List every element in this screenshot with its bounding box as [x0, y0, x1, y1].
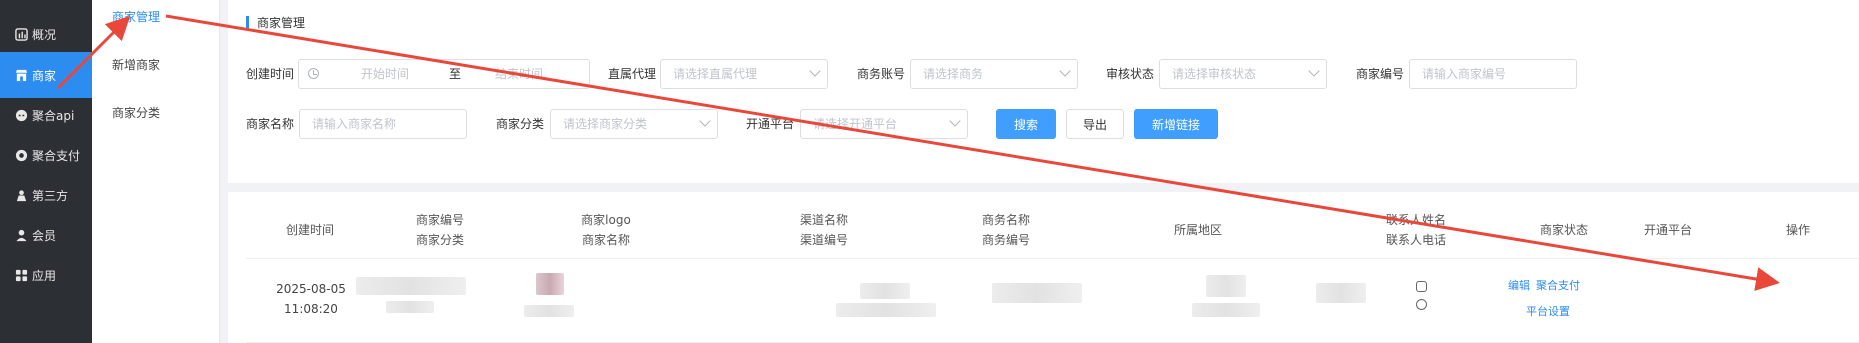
user-icon — [14, 228, 28, 242]
sidebar-item-label: 会员 — [32, 228, 57, 243]
mini-program-icon — [1416, 281, 1427, 292]
platform-settings-link[interactable]: 平台设置 — [1526, 303, 1570, 319]
merchant-logo — [536, 273, 564, 295]
col-header-platform: 开通平台 — [1643, 223, 1692, 237]
platform-placeholder: 请选择开通平台 — [813, 117, 898, 131]
chevron-down-icon — [1059, 65, 1071, 77]
chevron-down-icon — [809, 65, 821, 77]
apps-icon — [14, 268, 28, 282]
col-header-channel: 渠道名称 渠道编号 — [799, 213, 848, 247]
col-header-created: 创建时间 — [285, 223, 334, 237]
add-link-button[interactable]: 新增链接 — [1134, 109, 1218, 139]
end-time-input[interactable]: 结束时间 — [495, 60, 543, 88]
audit-placeholder: 请选择审核状态 — [1172, 67, 1257, 81]
redacted-status — [1316, 283, 1366, 303]
redacted-merchant-code — [356, 277, 466, 295]
created-time-label: 创建时间 — [246, 67, 295, 81]
col-header-contact: 联系人姓名 联系人电话 — [1385, 213, 1446, 247]
created-time-range-picker[interactable]: 开始时间 至 结束时间 — [298, 59, 590, 89]
submenu-add-merchant[interactable]: 新增商家 — [112, 56, 160, 73]
sidebar-item-label: 第三方 — [32, 188, 69, 203]
aggregate-pay-link[interactable]: 聚合支付 — [1536, 277, 1580, 293]
alipay-icon — [1416, 299, 1427, 310]
third-party-icon — [14, 188, 28, 202]
merchant-name-input[interactable]: 请输入商家名称 — [299, 109, 467, 139]
sidebar-item-label: 应用 — [32, 268, 57, 283]
search-button[interactable]: 搜索 — [996, 109, 1056, 139]
redacted-business-code — [836, 303, 936, 317]
redacted-contact-phone — [1192, 303, 1260, 317]
chevron-down-icon — [949, 115, 961, 127]
bar-chart-icon — [14, 27, 28, 41]
submenu-merchant-category[interactable]: 商家分类 — [112, 104, 160, 121]
name-placeholder: 请输入商家名称 — [312, 117, 397, 131]
redacted-contact-name — [1206, 275, 1246, 297]
code-label: 商家编号 — [1356, 67, 1405, 81]
api-icon — [14, 108, 28, 122]
col-header-logo: 商家logo 商家名称 — [581, 213, 631, 247]
sidebar-item-label: 聚合api — [32, 108, 75, 123]
redacted-region — [992, 283, 1082, 303]
sidebar-item-overview[interactable]: 概况 — [0, 11, 92, 57]
merchant-table: 创建时间 商家编号 商家分类 商家logo 商家名称 渠道名称 渠道编号 商务名称 商务… — [228, 192, 1859, 343]
redacted-merchant-category — [386, 301, 434, 313]
category-placeholder: 请选择商家分类 — [563, 117, 648, 131]
chevron-down-icon — [1308, 65, 1320, 77]
merchant-code-input[interactable]: 请输入商家编号 — [1409, 59, 1577, 89]
agent-label: 直属代理 — [608, 67, 657, 81]
business-label: 商务账号 — [857, 67, 906, 81]
category-select[interactable]: 请选择商家分类 — [550, 109, 718, 139]
sidebar-item-label: 聚合支付 — [32, 148, 81, 163]
col-header-business: 商务名称 商务编号 — [981, 213, 1030, 247]
table-row[interactable]: 2025-08-05 11:08:20 编辑 聚合支付 平台设置 — [246, 258, 1859, 343]
store-icon — [14, 68, 28, 82]
business-placeholder: 请选择商务 — [923, 67, 984, 81]
platform-label: 开通平台 — [746, 117, 795, 131]
main-sidebar: 概况 商家 聚合api 聚合支付 第三方 会员 应用 — [0, 0, 92, 343]
category-label: 商家分类 — [496, 117, 545, 131]
start-time-input[interactable]: 开始时间 — [361, 60, 409, 88]
sidebar-item-label: 商家 — [32, 68, 57, 83]
col-header-actions: 操作 — [1785, 223, 1810, 237]
page-title: 商家管理 — [246, 16, 305, 30]
created-time: 11:08:20 — [284, 302, 338, 316]
filter-panel: 商家管理 创建时间 开始时间 至 结束时间 直属代理 请选择直属代理 商务账号 … — [228, 0, 1859, 183]
merchant-submenu: 商家管理 新增商家 商家分类 — [92, 0, 220, 343]
platform-select[interactable]: 请选择开通平台 — [800, 109, 968, 139]
sidebar-item-label: 概况 — [32, 27, 57, 42]
code-placeholder: 请输入商家编号 — [1422, 67, 1507, 81]
export-button[interactable]: 导出 — [1066, 109, 1124, 139]
payment-icon — [14, 148, 28, 162]
business-select[interactable]: 请选择商务 — [910, 59, 1078, 89]
audit-select[interactable]: 请选择审核状态 — [1159, 59, 1327, 89]
audit-label: 审核状态 — [1106, 67, 1155, 81]
redacted-merchant-name — [524, 305, 574, 317]
agent-select[interactable]: 请选择直属代理 — [660, 59, 828, 89]
submenu-merchant-manage[interactable]: 商家管理 — [112, 8, 160, 25]
edit-link[interactable]: 编辑 — [1508, 277, 1530, 293]
range-separator: 至 — [449, 67, 462, 81]
col-header-status: 商家状态 — [1539, 223, 1588, 237]
sidebar-item-apps[interactable]: 应用 — [0, 252, 92, 298]
merchant-name-label: 商家名称 — [246, 117, 295, 131]
col-header-region: 所属地区 — [1173, 223, 1222, 237]
col-header-code: 商家编号 商家分类 — [415, 213, 464, 247]
agent-placeholder: 请选择直属代理 — [673, 67, 758, 81]
clock-icon — [308, 68, 319, 79]
chevron-down-icon — [699, 115, 711, 127]
redacted-business-name — [860, 283, 910, 299]
